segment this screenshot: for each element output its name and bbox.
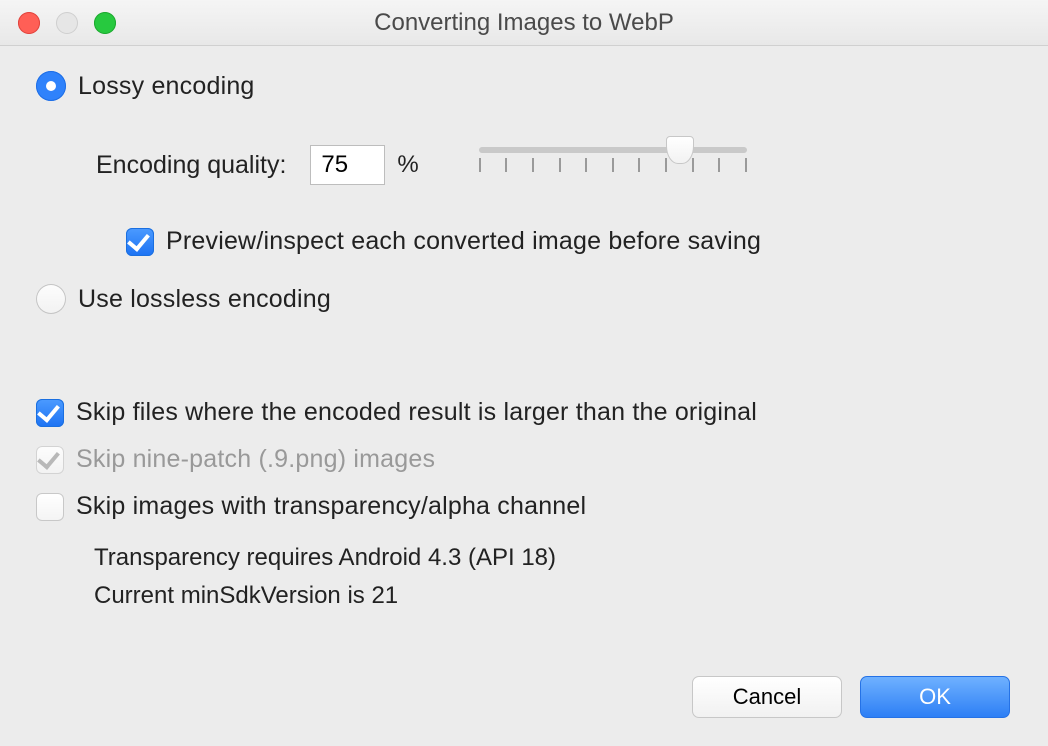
preview-checkbox[interactable] [126, 228, 154, 256]
lossy-encoding-label: Lossy encoding [78, 72, 255, 101]
transparency-help2: Current minSdkVersion is 21 [94, 577, 1012, 615]
lossless-encoding-radio[interactable] [36, 284, 66, 314]
skip-ninepatch-label: Skip nine-patch (.9.png) images [76, 445, 435, 474]
skip-alpha-checkbox[interactable] [36, 493, 64, 521]
skip-ninepatch-row: Skip nine-patch (.9.png) images [36, 445, 1012, 474]
skip-larger-row[interactable]: Skip files where the encoded result is l… [36, 398, 1012, 427]
slider-track [479, 147, 747, 153]
cancel-button[interactable]: Cancel [692, 676, 842, 718]
preview-label: Preview/inspect each converted image bef… [166, 227, 761, 256]
titlebar: Converting Images to WebP [0, 0, 1048, 46]
encoding-quality-label: Encoding quality: [96, 151, 286, 180]
window-title: Converting Images to WebP [374, 9, 674, 37]
minimize-window-icon[interactable] [56, 12, 78, 34]
encoding-quality-row: Encoding quality: % [96, 141, 1012, 189]
skip-larger-label: Skip files where the encoded result is l… [76, 398, 757, 427]
skip-alpha-row[interactable]: Skip images with transparency/alpha chan… [36, 492, 1012, 521]
window-controls [18, 12, 116, 34]
lossy-encoding-row[interactable]: Lossy encoding [36, 71, 1012, 101]
skip-options-section: Skip files where the encoded result is l… [36, 398, 1012, 616]
dialog-content: Lossy encoding Encoding quality: % Previ… [0, 46, 1048, 616]
skip-larger-checkbox[interactable] [36, 399, 64, 427]
lossless-encoding-row[interactable]: Use lossless encoding [36, 284, 1012, 314]
quality-slider[interactable] [479, 141, 747, 189]
skip-alpha-label: Skip images with transparency/alpha chan… [76, 492, 586, 521]
skip-ninepatch-checkbox [36, 446, 64, 474]
transparency-help1: Transparency requires Android 4.3 (API 1… [94, 539, 1012, 577]
dialog-buttons: Cancel OK [692, 676, 1010, 718]
ok-button[interactable]: OK [860, 676, 1010, 718]
zoom-window-icon[interactable] [94, 12, 116, 34]
preview-row[interactable]: Preview/inspect each converted image bef… [126, 227, 1012, 256]
percent-label: % [397, 151, 418, 179]
close-window-icon[interactable] [18, 12, 40, 34]
encoding-quality-input[interactable] [310, 145, 385, 185]
lossy-encoding-radio[interactable] [36, 71, 66, 101]
lossless-encoding-label: Use lossless encoding [78, 285, 331, 314]
slider-ticks [479, 158, 747, 172]
